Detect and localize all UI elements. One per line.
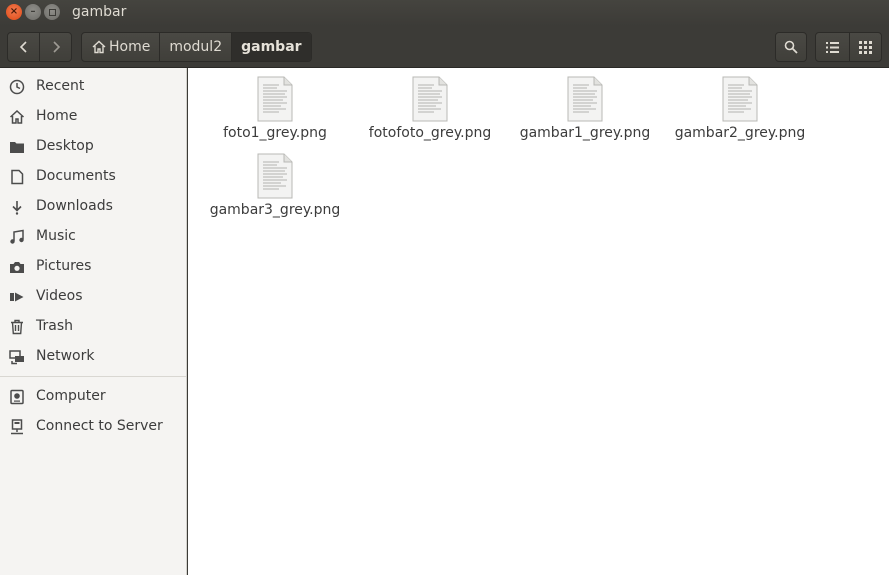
- close-icon: ×: [9, 6, 19, 17]
- image-file-icon: [257, 76, 293, 122]
- video-icon: [9, 289, 25, 305]
- folder-icon: [9, 139, 25, 155]
- image-file-icon: [722, 76, 758, 122]
- breadcrumb-modul2[interactable]: modul2: [160, 33, 233, 61]
- sidebar-item-music[interactable]: Music: [0, 223, 186, 251]
- sidebar-item-label: Desktop: [36, 138, 94, 154]
- file-name: gambar3_grey.png: [209, 202, 341, 218]
- network-icon: [9, 349, 25, 365]
- file-item[interactable]: gambar1_grey.png: [510, 68, 660, 141]
- chevron-left-icon: [19, 41, 27, 53]
- breadcrumb-home[interactable]: Home: [82, 33, 161, 61]
- file-item[interactable]: fotofoto_grey.png: [355, 68, 505, 141]
- image-file-icon: [412, 76, 448, 122]
- sidebar-item-home[interactable]: Home: [0, 103, 186, 131]
- file-name: foto1_grey.png: [223, 125, 327, 141]
- list-icon: [825, 41, 839, 53]
- sidebar-item-trash[interactable]: Trash: [0, 313, 186, 341]
- sidebar-item-label: Network: [36, 348, 95, 364]
- sidebar-item-recent[interactable]: Recent: [0, 73, 186, 101]
- file-item[interactable]: gambar3_grey.png: [200, 145, 350, 218]
- grid-icon: [858, 40, 872, 54]
- sidebar-item-label: Recent: [36, 78, 85, 94]
- download-icon: [9, 199, 25, 215]
- file-manager-window: × – gambar Home modul2 gambar Recent Hom…: [0, 0, 889, 575]
- sidebar-item-documents[interactable]: Documents: [0, 163, 186, 191]
- home-icon: [92, 40, 106, 54]
- back-button[interactable]: [8, 33, 39, 61]
- navigation-buttons: [7, 32, 72, 62]
- header-bar: Home modul2 gambar: [0, 26, 889, 68]
- music-icon: [9, 229, 25, 245]
- file-item[interactable]: gambar2_grey.png: [665, 68, 815, 141]
- chevron-right-icon: [53, 41, 60, 53]
- title-bar: × – gambar: [0, 0, 889, 26]
- breadcrumb-gambar[interactable]: gambar: [232, 33, 311, 61]
- forward-button[interactable]: [39, 33, 71, 61]
- sidebar-item-computer[interactable]: Computer: [0, 383, 186, 411]
- sidebar-item-label: Music: [36, 228, 76, 244]
- server-icon: [9, 419, 25, 435]
- sidebar-item-label: Home: [36, 108, 78, 124]
- sidebar-item-connect-to-server[interactable]: Connect to Server: [0, 413, 186, 441]
- sidebar-item-network[interactable]: Network: [0, 343, 186, 371]
- list-view-button[interactable]: [816, 33, 849, 61]
- home-icon: [9, 109, 25, 125]
- trash-icon: [9, 319, 25, 335]
- computer-icon: [9, 389, 25, 405]
- sidebar-item-label: Computer: [36, 388, 106, 404]
- file-name: gambar2_grey.png: [674, 125, 806, 141]
- sidebar-item-pictures[interactable]: Pictures: [0, 253, 186, 281]
- maximize-window-button[interactable]: [44, 4, 60, 20]
- document-icon: [9, 169, 25, 185]
- file-name: gambar1_grey.png: [519, 125, 651, 141]
- window-title: gambar: [72, 4, 127, 20]
- sidebar-item-label: Trash: [36, 318, 73, 334]
- sidebar-item-label: Documents: [36, 168, 116, 184]
- sidebar-item-videos[interactable]: Videos: [0, 283, 186, 311]
- sidebar-item-label: Videos: [36, 288, 83, 304]
- file-name: fotofoto_grey.png: [368, 125, 492, 141]
- breadcrumb-label: Home: [109, 39, 151, 55]
- image-file-icon: [567, 76, 603, 122]
- maximize-icon: [48, 8, 56, 16]
- sidebar-item-downloads[interactable]: Downloads: [0, 193, 186, 221]
- search-icon: [784, 40, 798, 54]
- breadcrumb-label: gambar: [241, 39, 302, 55]
- clock-icon: [9, 79, 25, 95]
- minimize-window-button[interactable]: –: [25, 4, 41, 20]
- file-view: foto1_grey.png fotofoto_grey.png gambar1_g…: [188, 68, 889, 575]
- grid-view-button[interactable]: [848, 33, 882, 61]
- file-item[interactable]: foto1_grey.png: [200, 68, 350, 141]
- sidebar-item-desktop[interactable]: Desktop: [0, 133, 186, 161]
- breadcrumb-label: modul2: [169, 39, 223, 55]
- camera-icon: [9, 259, 25, 275]
- search-button[interactable]: [775, 32, 807, 62]
- sidebar-item-label: Connect to Server: [36, 418, 163, 434]
- image-file-icon: [257, 153, 293, 199]
- sidebar-item-label: Pictures: [36, 258, 92, 274]
- close-window-button[interactable]: ×: [6, 4, 22, 20]
- sidebar: Recent Home Desktop Documents Downloads …: [0, 68, 187, 575]
- minimize-icon: –: [30, 6, 36, 17]
- sidebar-item-label: Downloads: [36, 198, 113, 214]
- sidebar-divider: [0, 376, 186, 377]
- view-options: [815, 32, 882, 62]
- breadcrumb: Home modul2 gambar: [81, 32, 312, 62]
